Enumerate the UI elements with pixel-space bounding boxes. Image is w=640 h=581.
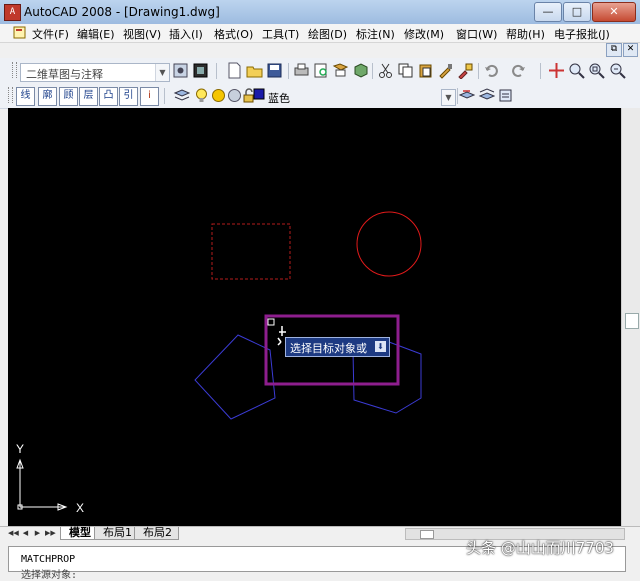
layer-button[interactable]: 层 <box>79 87 98 106</box>
command-prompt-line[interactable]: 选择源对象: <box>21 566 77 581</box>
toolbar-grip[interactable] <box>8 87 13 103</box>
tab-model[interactable]: 模型 <box>60 527 98 540</box>
download-arrow-icon[interactable]: ⬇ <box>375 341 386 352</box>
ucs-icon <box>19 460 66 508</box>
document-close-button[interactable]: ✕ <box>623 43 638 57</box>
dynamic-input-tooltip: 选择目标对象或 ⬇ <box>285 337 390 357</box>
workspace-select[interactable]: 二维草图与注释 ▼ <box>20 63 170 82</box>
make-current-layer-icon[interactable] <box>458 87 475 104</box>
horizontal-scroll-thumb[interactable] <box>420 530 434 539</box>
match-properties-icon[interactable] <box>437 62 454 79</box>
block-editor-icon[interactable] <box>457 62 474 79</box>
menu-draw[interactable]: 绘图(D) <box>308 26 347 42</box>
chevron-down-icon[interactable]: ▼ <box>441 89 456 106</box>
ucs-y-label: Y <box>16 442 24 456</box>
my-workspace-icon[interactable] <box>192 62 209 79</box>
toolbar-separator <box>372 63 373 79</box>
tab-layout1[interactable]: 布局1 <box>94 527 139 540</box>
menu-window[interactable]: 窗口(W) <box>456 26 497 42</box>
menu-help[interactable]: 帮助(H) <box>506 26 545 42</box>
chevron-down-icon[interactable]: ▼ <box>155 64 169 81</box>
leader-button[interactable]: 引 <box>119 87 138 106</box>
toolbar-separator <box>164 88 165 104</box>
zoom-previous-icon[interactable] <box>609 62 626 79</box>
new-icon[interactable] <box>226 62 243 79</box>
drawing-canvas[interactable]: Y X 选择目标对象或 ⬇ <box>8 108 621 526</box>
window-title: AutoCAD 2008 - [Drawing1.dwg] <box>24 5 220 19</box>
toolbar-grip[interactable] <box>12 62 17 78</box>
red-circle[interactable] <box>356 211 422 277</box>
toolbar-separator <box>216 63 217 79</box>
copy-icon[interactable] <box>397 62 414 79</box>
menu-tools[interactable]: 工具(T) <box>262 26 299 42</box>
watermark: 头条 @山山而川7703 <box>466 539 614 557</box>
zoom-realtime-icon[interactable] <box>568 62 585 79</box>
document-restore-button[interactable]: ⧉ <box>606 43 622 57</box>
menu-insert[interactable]: 插入(I) <box>169 26 203 42</box>
layers-toolbar: 线 廓 顾 层 凸 引 ⅰ 蓝色 ▼ <box>0 84 640 109</box>
toolbar-separator <box>288 63 289 79</box>
print-icon[interactable] <box>293 62 310 79</box>
blue-pentagon[interactable] <box>194 334 276 420</box>
undo-icon[interactable] <box>483 62 500 79</box>
menu-file[interactable]: 文件(F) <box>32 26 69 42</box>
line-button[interactable]: 线 <box>16 87 35 106</box>
tab-layout2[interactable]: 布局2 <box>134 527 179 540</box>
menu-e-approval[interactable]: 电子报批(J) <box>554 26 610 42</box>
cut-icon[interactable] <box>377 62 394 79</box>
tooltip-prompt: 选择目标对象或 <box>290 342 367 355</box>
dashed-rectangle[interactable] <box>211 223 291 280</box>
workspace-settings-icon[interactable] <box>172 62 189 79</box>
pickbox-cursor <box>267 318 275 326</box>
maximize-button[interactable]: □ <box>563 2 591 22</box>
layer-properties-icon[interactable] <box>173 87 190 104</box>
next-tab-button[interactable]: ▶ <box>33 528 42 538</box>
menu-format[interactable]: 格式(O) <box>214 26 253 42</box>
layer-color-label[interactable]: 蓝色 <box>268 90 290 106</box>
menu-bar: 文件(F) 编辑(E) 视图(V) 插入(I) 格式(O) 工具(T) 绘图(D… <box>0 24 640 43</box>
view-button[interactable]: 顾 <box>59 87 78 106</box>
tool-button[interactable]: ⅰ <box>140 87 159 106</box>
menu-modify[interactable]: 修改(M) <box>404 26 444 42</box>
redo-icon[interactable] <box>510 62 527 79</box>
color-swatch-icon <box>253 88 265 100</box>
layer-previous-icon[interactable] <box>478 87 495 104</box>
toolbar-separator <box>478 63 479 79</box>
print-preview-icon[interactable] <box>313 62 330 79</box>
document-icon[interactable] <box>13 26 27 39</box>
autocad-app-icon[interactable]: A <box>4 4 21 21</box>
drawing-svg[interactable]: Y X <box>8 108 621 526</box>
last-tab-button[interactable]: ▶▶ <box>45 528 56 538</box>
vertical-scroll-thumb[interactable] <box>625 313 639 329</box>
first-tab-button[interactable]: ◀◀ <box>8 528 19 538</box>
minimize-button[interactable]: — <box>534 2 562 22</box>
lightbulb-icon[interactable] <box>193 87 210 104</box>
vertical-scrollbar[interactable] <box>621 108 640 526</box>
layer-states-icon[interactable] <box>497 87 514 104</box>
ucs-x-label: X <box>76 501 84 515</box>
toolbar-separator <box>540 63 541 79</box>
zoom-window-icon[interactable] <box>588 62 605 79</box>
close-button[interactable]: ✕ <box>592 2 636 22</box>
freeze-sun-icon[interactable] <box>210 87 227 104</box>
publish-icon[interactable] <box>332 62 349 79</box>
menu-view[interactable]: 视图(V) <box>123 26 161 42</box>
previous-tab-button[interactable]: ◀ <box>21 528 30 538</box>
standard-toolbar: 二维草图与注释 ▼ <box>0 58 640 85</box>
command-history-line: MATCHPROP <box>21 554 76 565</box>
pan-icon[interactable] <box>548 62 565 79</box>
title-bar: A AutoCAD 2008 - [Drawing1.dwg] — □ ✕ <box>0 0 640 25</box>
outline-button[interactable]: 廓 <box>38 87 57 106</box>
convex-button[interactable]: 凸 <box>99 87 118 106</box>
menu-dimension[interactable]: 标注(N) <box>356 26 395 42</box>
paste-icon[interactable] <box>417 62 434 79</box>
menu-edit[interactable]: 编辑(E) <box>77 26 115 42</box>
open-icon[interactable] <box>246 62 263 79</box>
3d-dwf-icon[interactable] <box>352 62 369 79</box>
workspace-select-value: 二维草图与注释 <box>26 68 103 81</box>
save-icon[interactable] <box>266 62 283 79</box>
